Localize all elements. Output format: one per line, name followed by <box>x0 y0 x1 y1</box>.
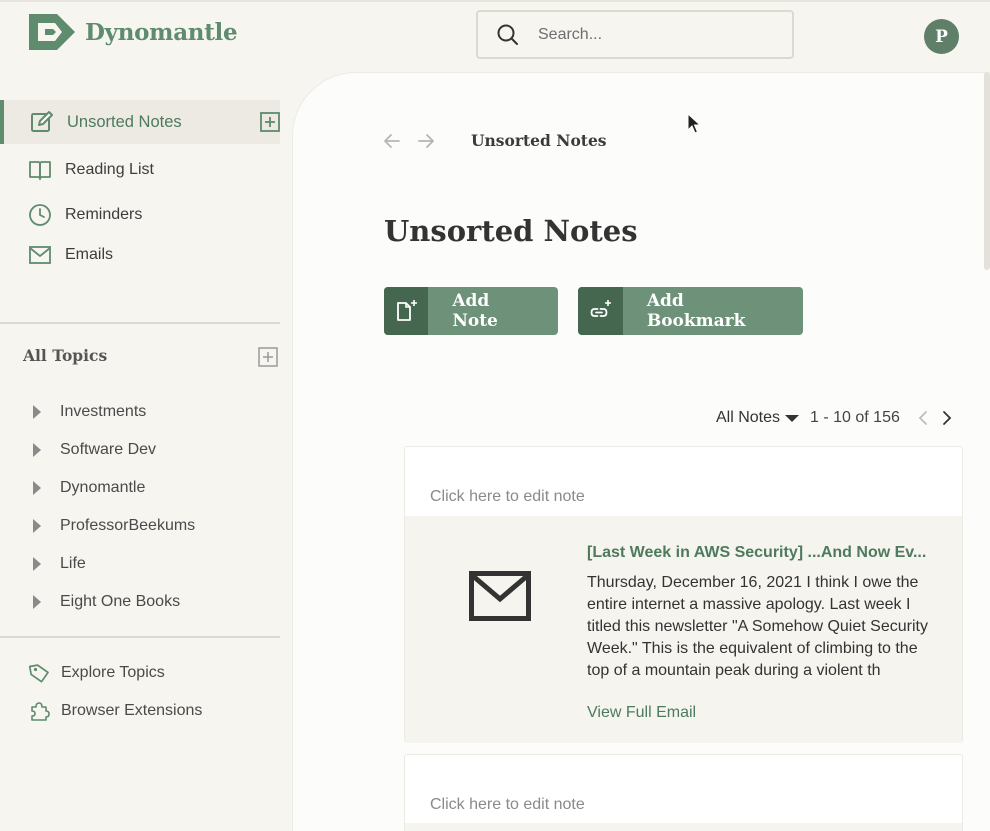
filter-label: All Notes <box>716 409 781 426</box>
back-arrow-icon[interactable] <box>383 132 401 150</box>
topics-title: All Topics <box>23 346 108 365</box>
topic-label: Software Dev <box>60 441 157 458</box>
add-bookmark-button[interactable]: Add Bookmark <box>578 287 803 335</box>
add-note-label: Add Note <box>452 291 498 331</box>
caret-right-icon <box>33 557 41 571</box>
topic-item[interactable]: Investments <box>32 403 146 421</box>
breadcrumb: Unsorted Notes <box>383 131 607 150</box>
scrollbar[interactable] <box>984 72 990 270</box>
search-box[interactable] <box>476 10 794 59</box>
new-file-icon <box>397 300 418 321</box>
envelope-icon <box>469 571 531 621</box>
topic-label: Dynomantle <box>60 479 146 496</box>
topic-item[interactable]: Eight One Books <box>32 593 180 611</box>
edit-icon <box>31 111 53 132</box>
add-topic-icon[interactable] <box>258 347 278 367</box>
topic-item[interactable]: ProfessorBeekums <box>32 517 195 535</box>
topic-item[interactable]: Dynomantle <box>32 479 145 497</box>
email-preview <box>405 823 962 831</box>
note-card: Click here to edit note <box>404 754 963 831</box>
topic-item[interactable]: Life <box>32 555 86 573</box>
prev-page-icon[interactable] <box>916 410 930 426</box>
sidebar-item-label: Reading List <box>65 161 154 178</box>
topic-label: ProfessorBeekums <box>60 517 196 534</box>
puzzle-icon <box>31 702 50 721</box>
sidebar: Unsorted Notes Reading List Reminders Em… <box>0 100 280 272</box>
email-preview: [Last Week in AWS Security] ...And Now E… <box>405 516 962 743</box>
sidebar-item-explore-topics[interactable]: Explore Topics <box>28 662 165 684</box>
topic-item[interactable]: Software Dev <box>32 441 156 459</box>
top-border <box>0 0 990 2</box>
sidebar-item-label: Unsorted Notes <box>67 112 182 131</box>
breadcrumb-current: Unsorted Notes <box>471 131 607 150</box>
email-title[interactable]: [Last Week in AWS Security] ...And Now E… <box>587 544 937 562</box>
topic-label: Eight One Books <box>60 593 181 610</box>
caret-down-icon <box>785 415 800 422</box>
link-icon <box>591 300 612 317</box>
mouse-cursor-icon <box>687 113 701 134</box>
page-range: 1 - 10 of 156 <box>810 409 900 426</box>
caret-right-icon <box>33 595 41 609</box>
caret-right-icon <box>33 519 41 533</box>
avatar[interactable]: P <box>924 19 959 54</box>
add-note-button[interactable]: Add Note <box>384 287 558 335</box>
sidebar-item-label: Explore Topics <box>61 664 165 681</box>
pagination: All Notes 1 - 10 of 156 <box>716 406 954 430</box>
caret-right-icon <box>33 481 41 495</box>
sidebar-item-reading-list[interactable]: Reading List <box>0 148 280 192</box>
clock-icon <box>29 204 51 226</box>
topic-label: Life <box>60 555 86 572</box>
notes-filter-dropdown[interactable]: All Notes <box>716 409 800 427</box>
tag-icon <box>28 664 49 683</box>
forward-arrow-icon[interactable] <box>417 132 435 150</box>
mail-icon <box>29 246 51 264</box>
logo[interactable]: Dynomantle <box>29 12 238 52</box>
email-body: Thursday, December 16, 2021 I think I ow… <box>587 574 928 679</box>
sidebar-item-reminders[interactable]: Reminders <box>0 192 280 238</box>
note-card: Click here to edit note [Last Week in AW… <box>404 446 963 743</box>
book-icon <box>29 161 51 180</box>
view-full-email-link[interactable]: View Full Email <box>587 704 696 722</box>
add-note-icon[interactable] <box>260 112 280 132</box>
search-icon <box>497 24 518 45</box>
note-edit-area[interactable]: Click here to edit note <box>405 755 962 824</box>
next-page-icon[interactable] <box>940 410 954 426</box>
sidebar-item-browser-extensions[interactable]: Browser Extensions <box>28 700 202 722</box>
add-note-button-icon <box>384 287 429 335</box>
logo-icon <box>29 14 75 50</box>
note-edit-area[interactable]: Click here to edit note <box>405 447 962 516</box>
sidebar-item-label: Emails <box>65 246 114 263</box>
page-title: Unsorted Notes <box>384 214 638 248</box>
sidebar-item-unsorted-notes[interactable]: Unsorted Notes <box>0 100 280 144</box>
add-bookmark-button-icon <box>578 287 623 335</box>
caret-right-icon <box>33 443 41 457</box>
sidebar-item-label: Reminders <box>65 206 143 223</box>
search-input[interactable] <box>538 25 768 44</box>
app-name: Dynomantle <box>85 18 238 46</box>
sidebar-item-emails[interactable]: Emails <box>0 238 280 272</box>
topic-label: Investments <box>60 403 147 420</box>
sidebar-item-label: Browser Extensions <box>61 702 203 719</box>
add-bookmark-label: Add Bookmark <box>646 291 746 331</box>
caret-right-icon <box>33 405 41 419</box>
sidebar-divider <box>0 322 280 324</box>
sidebar-divider <box>0 636 280 638</box>
